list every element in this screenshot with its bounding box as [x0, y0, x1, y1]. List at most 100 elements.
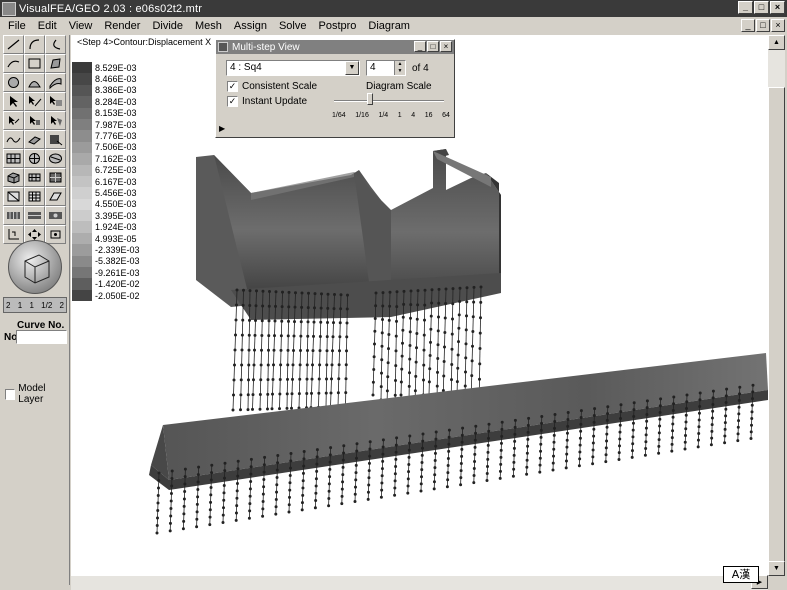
pile-node	[644, 446, 648, 450]
refine-mesh-icon[interactable]	[3, 187, 24, 206]
model-layer-checkbox[interactable]	[5, 388, 16, 400]
pile-node	[592, 427, 596, 431]
instant-update-checkbox[interactable]: ✓	[227, 96, 238, 107]
pile-node	[723, 441, 727, 445]
view-orientation-cube[interactable]	[8, 240, 62, 294]
consistent-scale-label: Consistent Scale	[242, 81, 318, 92]
pile-node	[618, 430, 622, 434]
dialog-close-button[interactable]: ×	[440, 41, 452, 52]
step-number-spinner[interactable]: 4 ▲ ▼	[366, 60, 406, 76]
pile-node	[592, 414, 596, 418]
close-button[interactable]: ×	[770, 1, 785, 14]
vertical-scroll-thumb[interactable]	[768, 87, 785, 562]
pile-node	[579, 429, 583, 433]
vertical-scrollbar[interactable]: ▲ ▼	[768, 35, 785, 576]
menu-render[interactable]: Render	[98, 20, 146, 32]
menu-divide[interactable]: Divide	[146, 20, 189, 32]
mesh-block-icon[interactable]	[45, 168, 66, 187]
menu-mesh[interactable]: Mesh	[189, 20, 228, 32]
app-icon[interactable]	[2, 1, 16, 16]
shell-region-icon[interactable]	[45, 73, 66, 92]
move-region-icon[interactable]	[45, 111, 66, 130]
menu-file[interactable]: File	[2, 20, 32, 32]
horizontal-scrollbar[interactable]: ▶	[71, 575, 768, 590]
move-element-icon[interactable]	[24, 111, 45, 130]
pile-node	[395, 290, 399, 294]
select-line-icon[interactable]	[24, 92, 45, 111]
instant-update-option[interactable]: ✓ Instant Update	[227, 96, 307, 107]
curve-tool-icon[interactable]	[45, 35, 66, 54]
pile-node	[465, 300, 469, 304]
select-pointer-icon[interactable]	[3, 92, 24, 111]
diagram-scale-thumb[interactable]	[367, 93, 373, 105]
curve-number-input[interactable]	[16, 330, 67, 344]
pile-node	[446, 478, 450, 482]
pile-node	[259, 363, 263, 367]
assign-material-icon[interactable]	[45, 206, 66, 225]
divide-mesh-icon[interactable]	[24, 187, 45, 206]
spinner-arrows-icon[interactable]: ▲ ▼	[394, 61, 405, 75]
assign-load-icon[interactable]	[3, 206, 24, 225]
polyline-tool-icon[interactable]	[3, 54, 24, 73]
pile-node	[401, 328, 405, 332]
menu-diagram[interactable]: Diagram	[362, 20, 416, 32]
menu-solve[interactable]: Solve	[273, 20, 313, 32]
mesh-box-icon[interactable]	[3, 168, 24, 187]
skew-mesh-icon[interactable]	[45, 187, 66, 206]
pile-node	[291, 363, 295, 367]
consistent-scale-checkbox[interactable]: ✓	[227, 81, 238, 92]
arc-tool-icon[interactable]	[24, 35, 45, 54]
mesh-cylinder-icon[interactable]	[45, 149, 66, 168]
ime-indicator[interactable]: A漢	[723, 566, 759, 583]
mesh-tube-icon[interactable]	[24, 168, 45, 187]
model-viewport[interactable]: <Step 4>Contour:Displacement X 8.529E-03…	[71, 35, 768, 576]
pile-node	[470, 374, 474, 378]
mesh-grid-icon[interactable]	[3, 149, 24, 168]
model-layer-option[interactable]: Model Layer	[5, 383, 69, 405]
expand-arrow-icon[interactable]: ▶	[219, 124, 225, 133]
pile-node	[457, 313, 461, 317]
circle-region-icon[interactable]	[3, 73, 24, 92]
pile-node	[428, 354, 432, 358]
spline-tool-icon[interactable]	[3, 130, 24, 149]
doc-minimize-button[interactable]: _	[741, 19, 755, 32]
dialog-maximize-button[interactable]: □	[427, 41, 439, 52]
surface-tool-icon[interactable]	[45, 54, 66, 73]
maximize-button[interactable]: □	[754, 1, 769, 14]
pile-node	[434, 430, 438, 434]
doc-close-button[interactable]: ×	[771, 19, 785, 32]
move-node-icon[interactable]	[3, 111, 24, 130]
select-surface-icon[interactable]	[45, 92, 66, 111]
rectangle-tool-icon[interactable]	[24, 54, 45, 73]
pile-node	[433, 473, 437, 477]
scroll-up-arrow-icon[interactable]: ▲	[768, 35, 785, 50]
mesh-sphere-icon[interactable]	[24, 149, 45, 168]
assign-support-icon[interactable]	[24, 206, 45, 225]
dialog-titlebar[interactable]: Multi-step View _ □ ×	[216, 40, 454, 54]
pile-node	[751, 383, 755, 387]
line-tool-icon[interactable]	[3, 35, 24, 54]
pile-node	[552, 447, 556, 451]
pile-node	[263, 455, 267, 459]
menu-postpro[interactable]: Postpro	[312, 20, 362, 32]
scale-strip[interactable]: 2 1 1 1/2 2	[3, 297, 67, 313]
pile-node	[577, 464, 581, 468]
pile-node	[711, 396, 715, 400]
arch-region-icon[interactable]	[24, 73, 45, 92]
doc-restore-button[interactable]: □	[756, 19, 770, 32]
pile-node	[372, 342, 376, 346]
chevron-down-icon[interactable]: ▼	[345, 61, 359, 75]
consistent-scale-option[interactable]: ✓ Consistent Scale	[227, 81, 317, 92]
step-dropdown[interactable]: 4 : Sq4 ▼	[226, 60, 360, 76]
dialog-minimize-button[interactable]: _	[414, 41, 426, 52]
solid-tool-icon[interactable]	[45, 130, 66, 149]
diagram-scale-track[interactable]	[334, 100, 444, 102]
minimize-button[interactable]: _	[738, 1, 753, 14]
pile-node	[223, 469, 227, 473]
menu-edit[interactable]: Edit	[32, 20, 63, 32]
menu-assign[interactable]: Assign	[228, 20, 273, 32]
menu-view[interactable]: View	[63, 20, 99, 32]
sweep-tool-icon[interactable]	[24, 130, 45, 149]
pile-node	[196, 495, 200, 499]
scroll-down-arrow-icon[interactable]: ▼	[768, 561, 785, 576]
